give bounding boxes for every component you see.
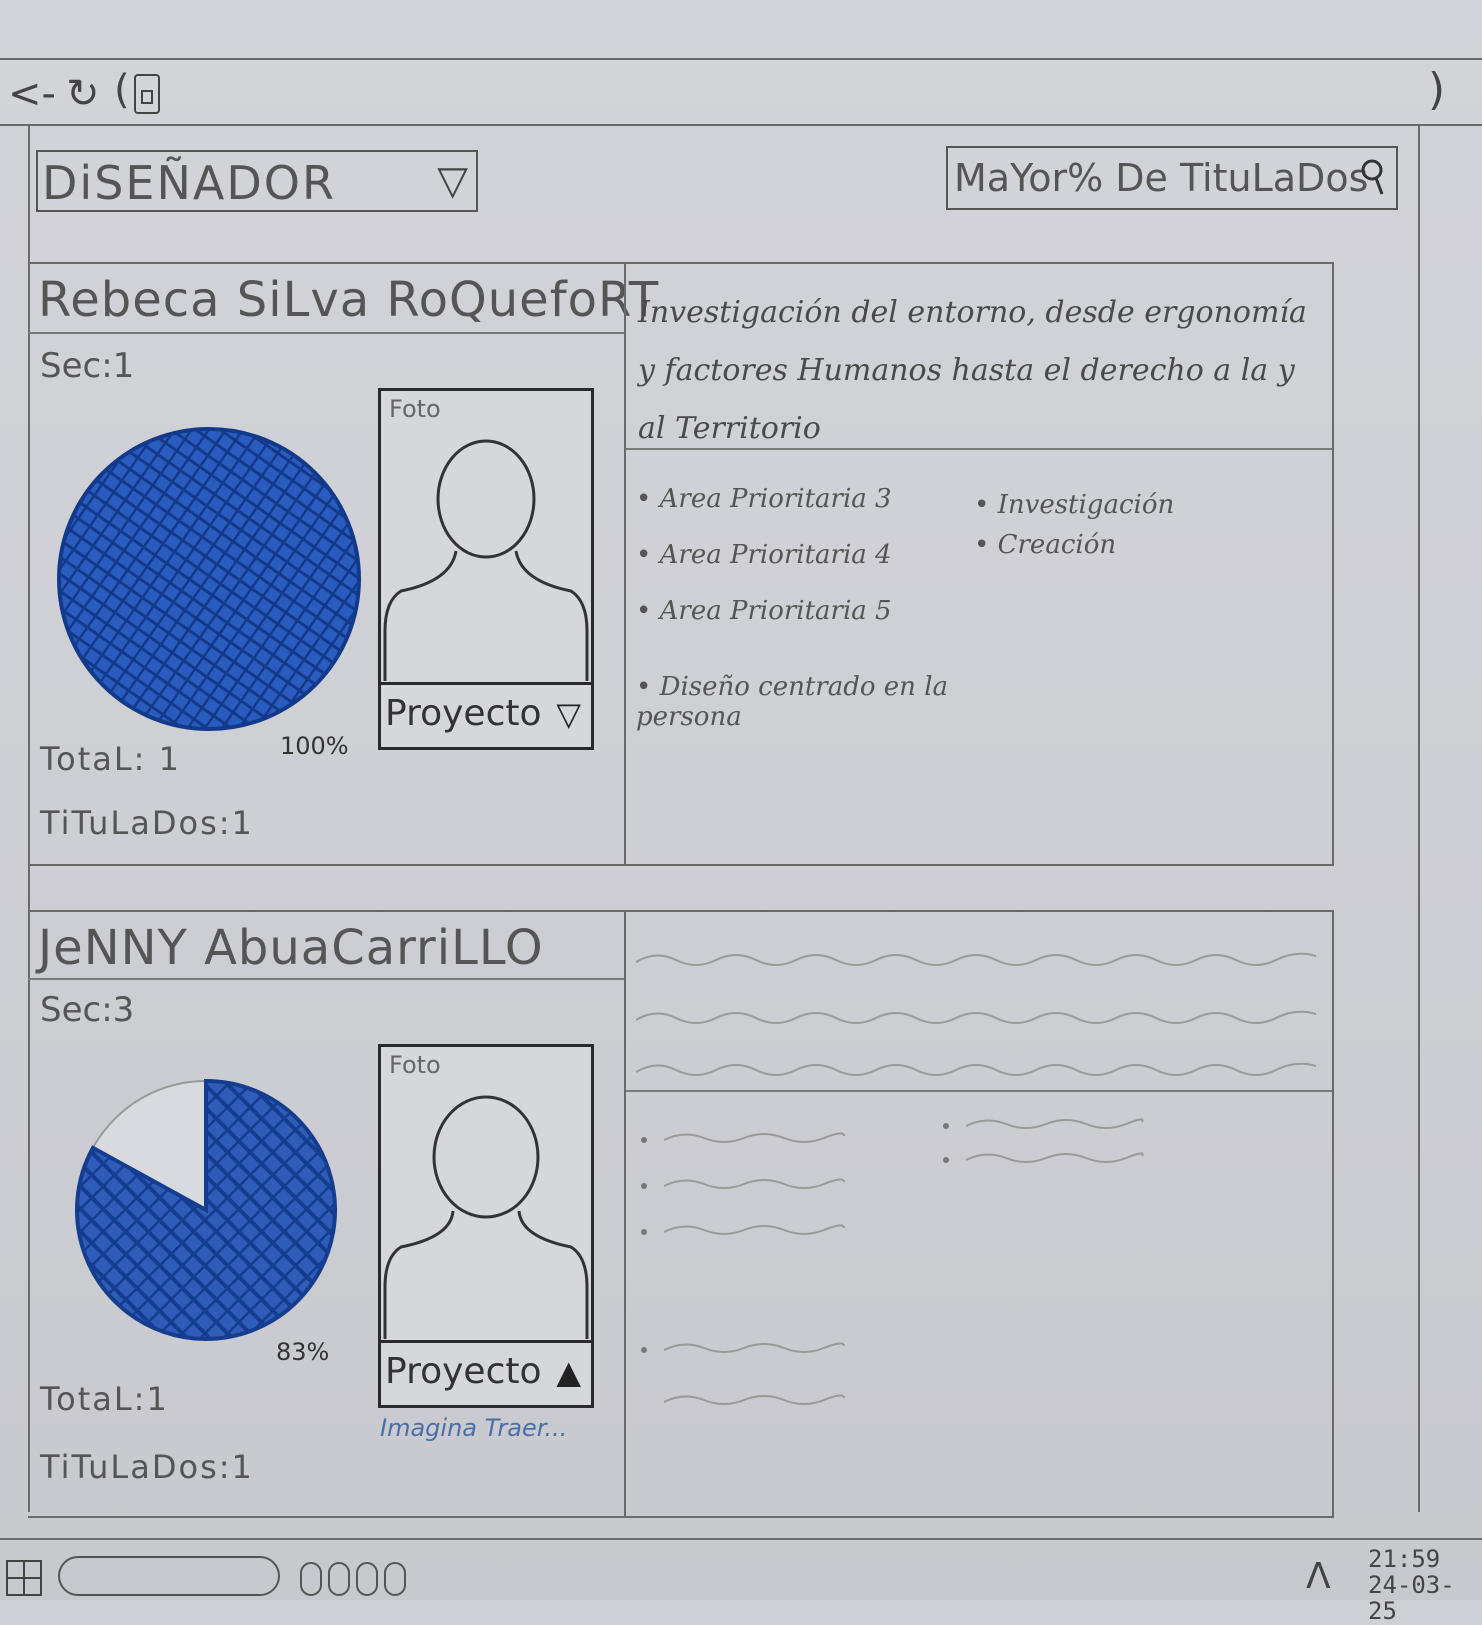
reload-icon[interactable]: ↻ [66,74,100,114]
description-placeholder-lines [636,952,1316,1076]
designer-card-left: JeNNY AbuaCarriLLO Sec:3 83% TotaL:1 TiT… [28,912,624,1516]
clock-time: 21:59 [1368,1545,1441,1573]
search-icon[interactable] [1360,156,1386,200]
taskbar-app-icon[interactable] [300,1562,322,1596]
taskbar-clock: 21:59 24-03-25 [1368,1546,1482,1624]
taskbar-border [0,1538,1482,1540]
back-arrow-icon[interactable]: <- [8,74,56,114]
designer-name: JeNNY AbuaCarriLLO [38,920,544,976]
bullets-placeholder-right [943,1118,1144,1163]
graduates-pie-chart [57,427,361,731]
list-item: Area Prioritaria 3 [636,484,966,514]
taskbar-app-icon[interactable] [328,1562,350,1596]
role-select-value: DiSEÑADOR [42,156,336,210]
photo-card: Foto Proyecto ▽ [378,388,594,750]
avatar-placeholder-icon [383,1095,589,1339]
list-item: Area Prioritaria 5 [636,596,966,626]
photo-label: Foto [389,1051,441,1079]
clock-date: 24-03-25 [1368,1571,1455,1625]
designer-card-right [624,912,1334,1516]
pie-percent-label: 83% [276,1338,330,1366]
dropdown-triangle-icon: ▽ [556,695,581,733]
image-link[interactable]: Imagina Traer... [380,1414,567,1442]
taskbar-search-input[interactable] [58,1556,280,1596]
designer-card-left: Rebeca SiLva RoQuefoRT Sec:1 100% TotaL:… [28,264,658,864]
designer-description: Investigación del entorno, desde ergonom… [638,295,1307,446]
taskbar-app-icon[interactable] [384,1562,406,1596]
project-label: Proyecto [385,693,542,734]
project-label: Proyecto [385,1351,542,1392]
designer-total: TotaL: 1 [40,740,181,778]
dropdown-triangle-filled-icon: ▲ [556,1353,581,1391]
designer-total: TotaL:1 [40,1380,169,1418]
list-item: Creación [974,530,1294,560]
url-bar-start: ( [114,67,130,113]
designer-sec: Sec:1 [40,346,135,386]
priority-areas-list: Area Prioritaria 3 Area Prioritaria 4 Ar… [636,484,966,758]
bullets-placeholder-left [641,1132,845,1405]
photo-label: Foto [389,395,441,423]
project-dropdown[interactable]: Proyecto ▽ [381,682,591,747]
designer-sec: Sec:3 [40,990,135,1030]
pie-slice-graduated [57,427,361,731]
url-bar-end: ) [1428,64,1446,115]
activities-list: Investigación Creación [974,490,1294,586]
avatar-placeholder-icon [383,439,589,681]
designer-card: Rebeca SiLva RoQuefoRT Sec:1 100% TotaL:… [28,262,1334,866]
designer-name: Rebeca SiLva RoQuefoRT [38,272,660,328]
taskbar-app-icon[interactable] [356,1562,378,1596]
photo-card: Foto Proyecto ▲ [378,1044,594,1408]
designer-card: JeNNY AbuaCarriLLO Sec:3 83% TotaL:1 TiT… [28,910,1334,1518]
list-item: Investigación [974,490,1294,520]
graduates-pie-chart [75,1078,337,1341]
designer-titulados: TiTuLaDos:1 [40,804,254,842]
pie-percent-label: 100% [280,732,349,760]
name-underline [28,332,624,334]
project-dropdown[interactable]: Proyecto ▲ [381,1340,591,1405]
start-menu-icon[interactable] [6,1560,42,1596]
role-select[interactable]: DiSEÑADOR ▽ [36,150,478,212]
search-input[interactable]: MaYor% De TituLaDos [946,146,1398,210]
lock-icon [134,74,160,114]
description-divider [626,448,1332,450]
designer-titulados: TiTuLaDos:1 [40,1448,254,1486]
designer-card-right: Investigación del entorno, desde ergonom… [624,264,1334,864]
name-underline [28,978,624,980]
tray-chevron-up-icon[interactable]: Λ [1306,1556,1331,1597]
browser-bottom-border [0,124,1482,126]
page-frame-right [1418,124,1420,1512]
dropdown-triangle-icon: ▽ [437,158,468,204]
list-item: Diseño centrado en la persona [636,672,966,732]
description-divider [626,1090,1332,1092]
search-value: MaYor% De TituLaDos [954,156,1369,200]
browser-toolbar [0,58,1482,124]
list-item: Area Prioritaria 4 [636,540,966,570]
